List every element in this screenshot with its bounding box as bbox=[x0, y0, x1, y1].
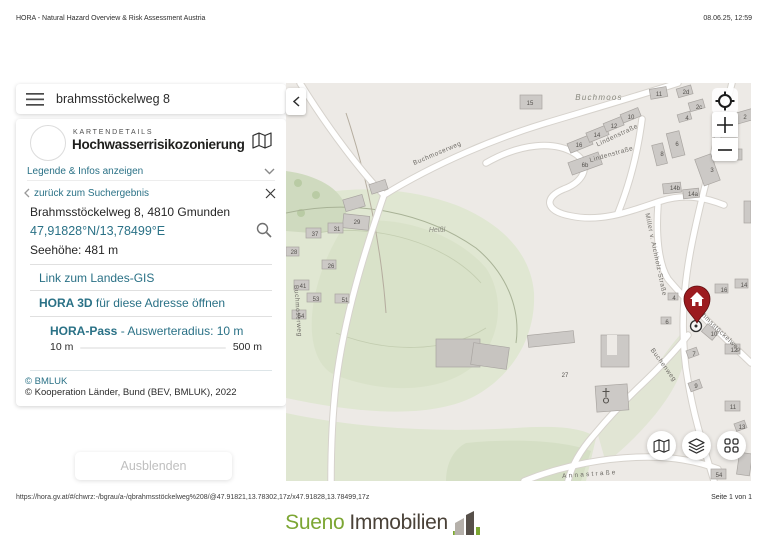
building-number: 14a bbox=[688, 192, 699, 198]
page: HORA - Natural Hazard Overview & Risk As… bbox=[0, 0, 768, 543]
place-label: Buchmoos bbox=[575, 93, 622, 102]
app-title: HORA - Natural Hazard Overview & Risk As… bbox=[16, 15, 205, 22]
chevron-left-icon bbox=[24, 188, 30, 198]
map-canvas[interactable]: Buchmoserweg Lindenstraße Lindenstraße B… bbox=[286, 83, 751, 481]
page-indicator: Seite 1 von 1 bbox=[711, 494, 752, 501]
back-to-results[interactable]: zurück zum Suchergebnis bbox=[24, 185, 276, 201]
divider bbox=[30, 264, 272, 265]
building-number: 27 bbox=[562, 373, 569, 379]
horapass-link[interactable]: HORA-Pass - Auswerteradius: 10 m bbox=[50, 324, 243, 338]
building-number: 15 bbox=[527, 101, 534, 107]
map-graphics: Buchmoserweg Lindenstraße Lindenstraße B… bbox=[286, 83, 751, 481]
place-label: Heißl bbox=[429, 227, 446, 234]
collapse-chevron-icon bbox=[293, 96, 300, 107]
layers-icon bbox=[688, 438, 705, 454]
zoom-in-icon bbox=[717, 117, 733, 133]
basemap-button[interactable] bbox=[647, 431, 676, 460]
menu-icon[interactable] bbox=[26, 93, 44, 106]
building-number: 16 bbox=[721, 288, 728, 294]
divider bbox=[30, 290, 272, 291]
building-number: 37 bbox=[312, 232, 319, 238]
hora3d-label-rest: für diese Adresse öffnen bbox=[93, 296, 226, 310]
zoom-in-button[interactable] bbox=[712, 112, 738, 137]
landes-gis-link[interactable]: Link zum Landes-GIS bbox=[39, 271, 154, 285]
slider-max-label: 500 m bbox=[233, 341, 262, 353]
building-number: 2d bbox=[683, 90, 690, 96]
search-bar[interactable] bbox=[16, 84, 286, 114]
building-number: 14b bbox=[670, 186, 681, 192]
building-number: 54 bbox=[716, 473, 723, 479]
locate-button[interactable] bbox=[712, 88, 738, 114]
building-number: 26 bbox=[328, 264, 335, 270]
result-address: Brahmsstöckelweg 8, 4810 Gmunden bbox=[30, 205, 230, 219]
building-number: 51 bbox=[342, 298, 349, 304]
building-number: 12 bbox=[611, 124, 618, 130]
chevron-down-icon bbox=[264, 168, 275, 175]
building-number: 29 bbox=[354, 220, 361, 226]
search-input[interactable] bbox=[56, 92, 276, 106]
building-number: 54 bbox=[298, 314, 305, 320]
copyright-link[interactable]: © BMLUK bbox=[25, 376, 67, 387]
divider bbox=[30, 370, 272, 371]
map-icon[interactable] bbox=[252, 132, 272, 149]
zoom-out-button[interactable] bbox=[712, 138, 738, 161]
legend-toggle-label: Legende & Infos anzeigen bbox=[27, 166, 143, 177]
radius-slider: 10 m 500 m bbox=[50, 340, 262, 354]
building-number: 28 bbox=[291, 250, 298, 256]
building-number: 14 bbox=[594, 133, 601, 139]
brand-logo: Sueno Immobilien bbox=[0, 507, 768, 535]
hora3d-link[interactable]: HORA 3D für diese Adresse öffnen bbox=[39, 296, 225, 310]
divider bbox=[30, 316, 272, 317]
building-number: 2c bbox=[696, 105, 702, 111]
footer-url: https://hora.gv.at/#/chwrz:-/bgrau/a-/qb… bbox=[16, 494, 369, 501]
layers-button[interactable] bbox=[682, 431, 711, 460]
logo-suffix: Immobilien bbox=[349, 511, 448, 535]
legend-toggle[interactable]: Legende & Infos anzeigen bbox=[27, 162, 275, 181]
horapass-label-rest: - Auswerteradius: 10 m bbox=[117, 324, 243, 338]
copyright-text: © Kooperation Länder, Bund (BEV, BMLUK),… bbox=[25, 387, 237, 398]
apps-grid-button[interactable] bbox=[717, 431, 746, 460]
close-icon[interactable] bbox=[265, 188, 276, 199]
building-number: 11 bbox=[730, 405, 737, 411]
collapse-panel-button[interactable] bbox=[286, 88, 306, 115]
slider-min-label: 10 m bbox=[50, 341, 73, 353]
building-number: 11 bbox=[656, 92, 663, 98]
radius-slider-track[interactable] bbox=[80, 347, 226, 349]
header-datetime: 08.06.25, 12:59 bbox=[703, 15, 752, 22]
building-number: 13 bbox=[739, 425, 746, 431]
building-number: 16 bbox=[576, 143, 583, 149]
logo-name: Sueno bbox=[285, 511, 344, 535]
horapass-label-bold: HORA-Pass bbox=[50, 324, 117, 338]
building-number: 41 bbox=[300, 284, 307, 290]
locate-icon bbox=[715, 91, 735, 111]
building-number: 12 bbox=[731, 348, 738, 354]
hora3d-label-bold: HORA 3D bbox=[39, 296, 93, 310]
panel-eyebrow: KARTENDETAILS bbox=[73, 129, 153, 136]
loading-circle-icon bbox=[30, 125, 66, 161]
search-location-icon[interactable] bbox=[256, 222, 272, 238]
building-number: 10 bbox=[711, 332, 718, 338]
basemap-icon bbox=[653, 439, 670, 453]
buildings-logo-icon bbox=[453, 507, 483, 535]
apps-grid-icon bbox=[724, 438, 739, 453]
building-number: 10 bbox=[628, 115, 635, 121]
building-number: 53 bbox=[313, 297, 320, 303]
hide-panel-button[interactable]: Ausblenden bbox=[75, 452, 232, 480]
panel-title: Hochwasserrisikozonierung bbox=[72, 137, 245, 152]
building-number: 31 bbox=[334, 227, 341, 233]
result-elevation: Seehöhe: 481 m bbox=[30, 243, 118, 257]
result-coordinates[interactable]: 47,91828°N/13,78499°E bbox=[30, 224, 165, 238]
building-number: 14 bbox=[741, 283, 748, 289]
map-details-panel: KARTENDETAILS Hochwasserrisikozonierung … bbox=[16, 119, 286, 406]
back-link-label: zurück zum Suchergebnis bbox=[34, 188, 149, 199]
building-number: 6b bbox=[582, 163, 589, 169]
zoom-out-icon bbox=[718, 148, 732, 152]
